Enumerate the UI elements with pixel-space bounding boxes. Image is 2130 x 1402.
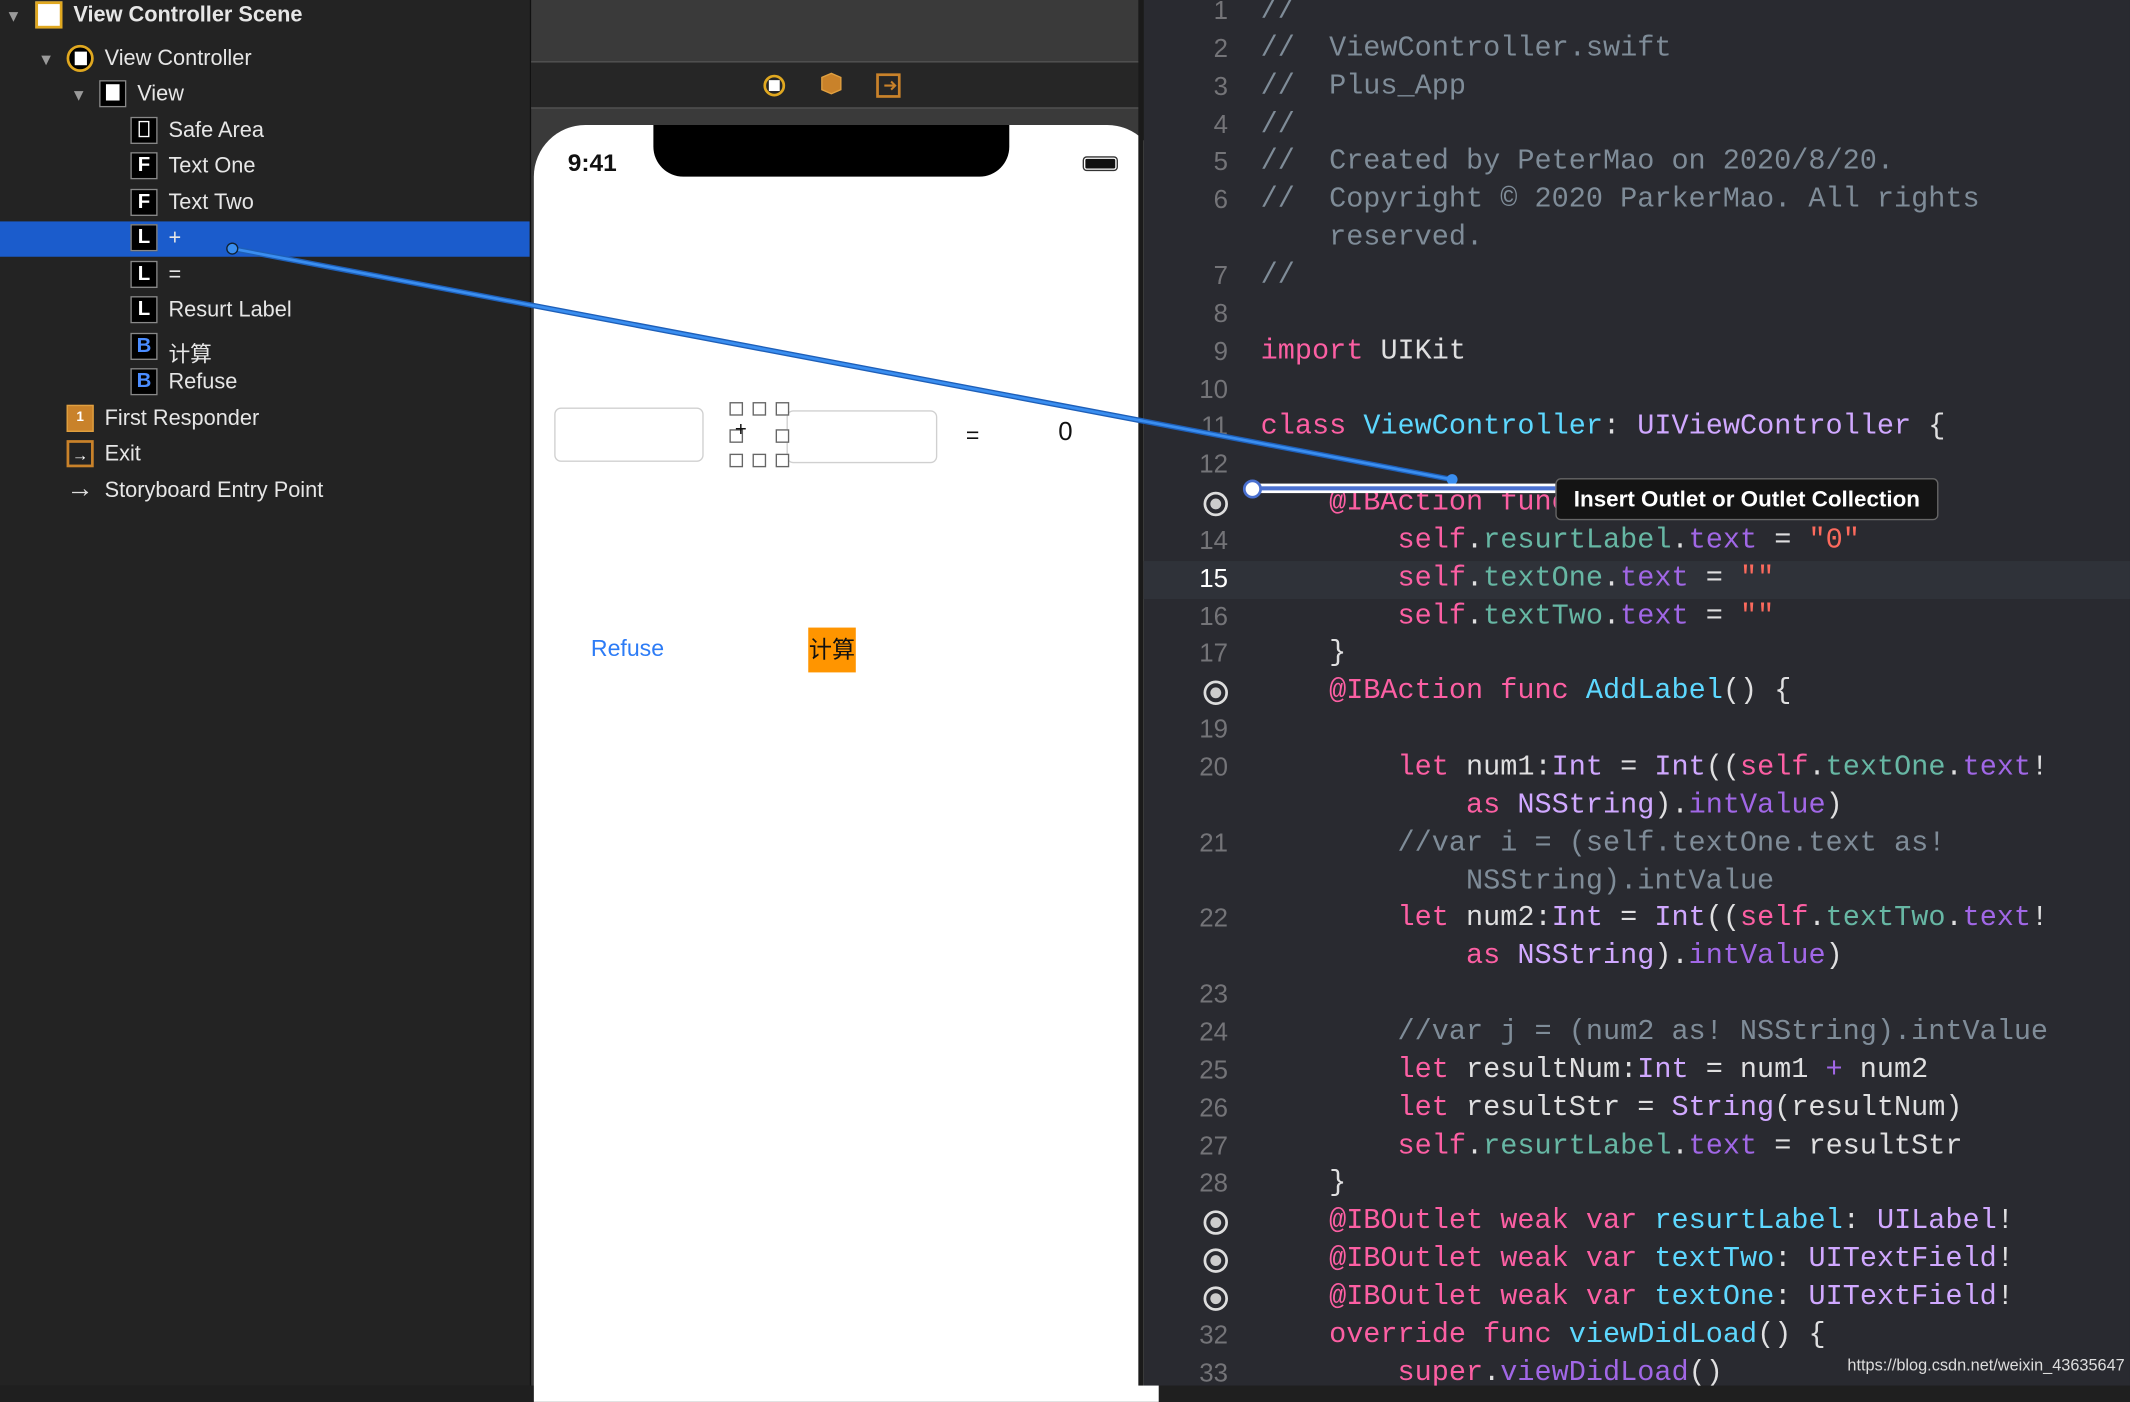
connection-start-handle	[226, 242, 239, 255]
connection-drag-overlay	[226, 242, 1556, 499]
insert-outlet-tooltip: Insert Outlet or Outlet Collection	[1555, 478, 1939, 521]
connection-line	[232, 247, 1453, 481]
connection-end-handle	[1446, 474, 1458, 485]
watermark: https://blog.csdn.net/weixin_43635647	[1847, 1355, 2125, 1375]
insertion-point-icon	[1242, 479, 1262, 499]
xcode-window: ▼ View Controller Scene ▼ View Controller ▼ V…	[0, 0, 2130, 1402]
